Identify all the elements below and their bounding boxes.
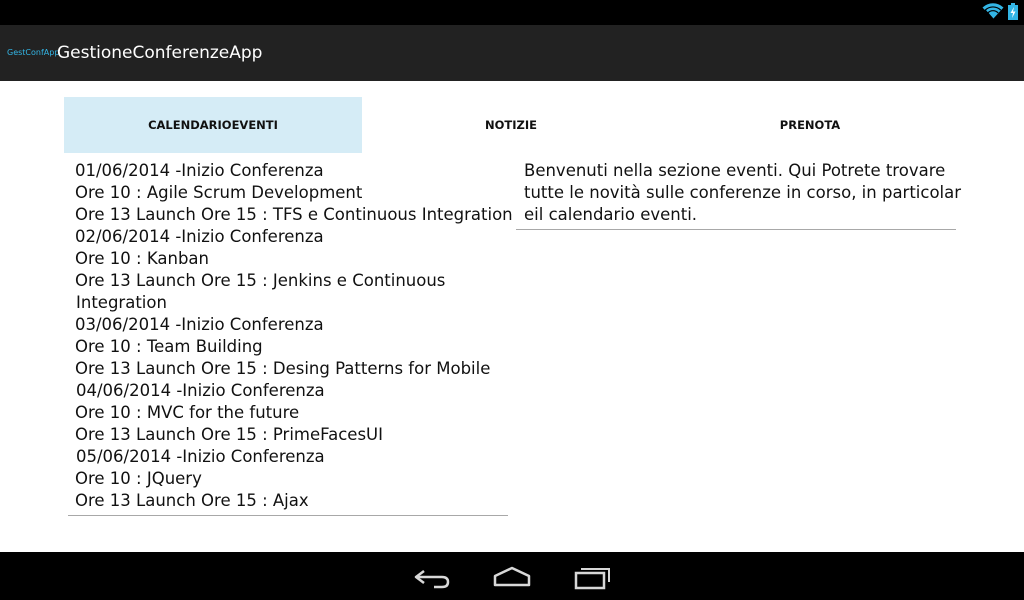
back-icon[interactable] (412, 560, 452, 594)
event-line: 05/06/2014 -Inizio Conferenza (76, 447, 325, 466)
app-title: GestioneConferenzeApp (57, 43, 263, 63)
battery-charging-icon (1008, 3, 1018, 20)
recent-apps-icon[interactable] (572, 560, 612, 594)
event-line: Ore 13 Launch Ore 15 : Ajax (75, 491, 309, 510)
welcome-line: Benvenuti nella sezione eventi. Qui Potr… (524, 161, 946, 180)
welcome-line: eil calendario eventi. (524, 205, 698, 224)
event-line: Ore 10 : MVC for the future (75, 403, 300, 422)
event-line: Ore 10 : Agile Scrum Development (75, 183, 363, 202)
event-line: Integration (76, 293, 167, 312)
event-line: Ore 13 Launch Ore 15 : Jenkins e Continu… (75, 271, 446, 290)
app-logo[interactable]: GestConfApp (7, 48, 59, 58)
welcome-text: Benvenuti nella sezione eventi. Qui Potr… (516, 158, 961, 230)
tab-calendarioeventi[interactable]: CALENDARIOEVENTI (64, 97, 362, 153)
event-line: Ore 13 Launch Ore 15 : Desing Patterns f… (75, 359, 491, 378)
home-icon[interactable] (492, 560, 532, 594)
event-line: Ore 13 Launch Ore 15 : PrimeFacesUI (75, 425, 383, 444)
event-line: 04/06/2014 -Inizio Conferenza (76, 381, 325, 400)
tab-prenota[interactable]: PRENOTA (660, 97, 960, 153)
welcome-line: tutte le novità sulle conferenze in cors… (524, 183, 962, 202)
event-line: Ore 10 : JQuery (75, 469, 202, 488)
event-line: Ore 10 : Kanban (75, 249, 209, 268)
wifi-icon (982, 3, 1004, 20)
event-line: Ore 13 Launch Ore 15 : TFS e Continuous … (75, 205, 513, 224)
event-line: 01/06/2014 -Inizio Conferenza (75, 161, 324, 180)
event-line: Ore 10 : Team Building (75, 337, 263, 356)
status-bar (0, 0, 1024, 25)
events-calendar-text: 01/06/2014 -Inizio Conferenza Ore 10 : A… (68, 158, 513, 516)
event-line: 02/06/2014 -Inizio Conferenza (75, 227, 324, 246)
tab-notizie[interactable]: NOTIZIE (362, 97, 660, 153)
event-line: 03/06/2014 -Inizio Conferenza (75, 315, 324, 334)
